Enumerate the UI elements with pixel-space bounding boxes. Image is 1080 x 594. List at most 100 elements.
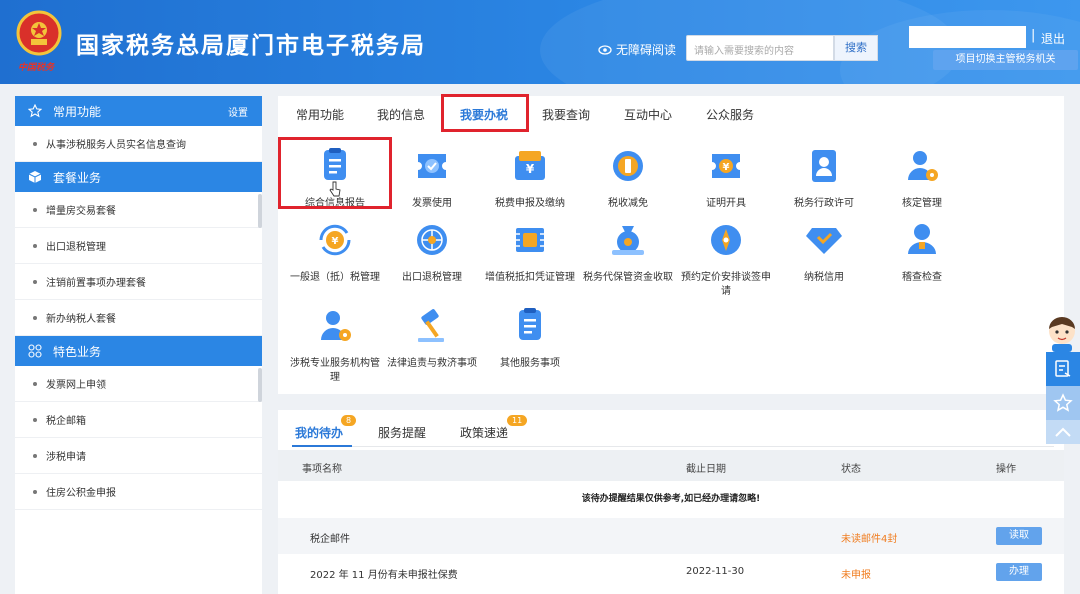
- sidebar-item[interactable]: 税企邮箱: [15, 402, 262, 438]
- sidebar-item[interactable]: 从事涉税服务人员实名信息查询: [15, 126, 262, 162]
- sidebar-item[interactable]: 涉税申请: [15, 438, 262, 474]
- service-label: 预约定价安排谈签申请: [681, 272, 771, 297]
- service-declaration-payment[interactable]: ¥ 税费申报及缴纳: [484, 146, 576, 211]
- service-inspection[interactable]: 稽查检查: [876, 220, 968, 285]
- service-pricing-arrangement[interactable]: 预约定价安排谈签申请: [680, 220, 772, 299]
- site-header: 中国税务 国家税务总局厦门市电子税务局 无障碍阅读 请输入需要搜索的内容 搜索 …: [0, 0, 1080, 84]
- column-header: 事项名称: [302, 464, 342, 475]
- hand-cursor-icon: [329, 181, 341, 197]
- row-name: 2022 年 11 月份有未申报社保费: [310, 570, 458, 581]
- tab-divider: [292, 446, 1054, 447]
- sidebar-item[interactable]: 注销前置事项办理套餐: [15, 264, 262, 300]
- service-admin-license[interactable]: 税务行政许可: [778, 146, 870, 211]
- coin-icon: [613, 151, 643, 181]
- service-label: 证明开具: [706, 198, 746, 209]
- service-label: 增值税抵扣凭证管理: [485, 272, 575, 283]
- logout-link[interactable]: 退出: [1041, 30, 1065, 47]
- tab-highlight-box: [441, 94, 529, 132]
- service-label: 稽查检查: [902, 272, 942, 283]
- tab-common[interactable]: 常用功能: [296, 106, 344, 123]
- id-badge-icon: [812, 150, 836, 182]
- svg-text:¥: ¥: [332, 236, 339, 247]
- service-other[interactable]: 其他服务事项: [484, 306, 576, 371]
- column-header: 操作: [996, 464, 1016, 475]
- read-button[interactable]: 读取: [996, 527, 1042, 545]
- assistant-avatar-icon[interactable]: [1044, 314, 1080, 352]
- service-label: 税务行政许可: [794, 198, 854, 209]
- service-label: 出口退税管理: [402, 272, 462, 283]
- username-field: [909, 26, 1026, 48]
- sidebar-item[interactable]: 出口退税管理: [15, 228, 262, 264]
- sidebar-item[interactable]: 新办纳税人套餐: [15, 300, 262, 336]
- grid-icon: [27, 343, 43, 359]
- service-label: 其他服务事项: [500, 358, 560, 369]
- sidebar-item[interactable]: 住房公积金申报: [15, 474, 262, 510]
- national-emblem-icon: [16, 10, 62, 56]
- sidebar-scrollbar[interactable]: [258, 368, 262, 402]
- row-date: 2022-11-30: [686, 566, 745, 577]
- row-name: 税企邮件: [310, 534, 350, 545]
- switch-tax-authority-button[interactable]: 项目切换主管税务机关: [933, 50, 1078, 70]
- sidebar-item[interactable]: 发票网上申领: [15, 366, 262, 402]
- favorite-button[interactable]: [1046, 386, 1080, 420]
- service-invoice[interactable]: 发票使用: [386, 146, 478, 211]
- user-gear-icon: [908, 151, 938, 181]
- service-custody-funds[interactable]: 税务代保管资金收取: [582, 220, 674, 285]
- sidebar-section-title: 特色业务: [53, 344, 102, 359]
- gavel-icon: [418, 309, 444, 342]
- tab-policy-news[interactable]: 政策速递: [460, 424, 508, 441]
- sidebar-section-title: 常用功能: [53, 104, 102, 119]
- star-icon: [27, 103, 43, 119]
- service-label: 涉税专业服务机构管理: [290, 358, 380, 383]
- column-header: 截止日期: [686, 464, 726, 475]
- back-to-top-button[interactable]: [1046, 420, 1080, 444]
- service-tax-reduction[interactable]: 税收减免: [582, 146, 674, 211]
- service-legal-remedy[interactable]: 法律追责与救济事项: [386, 306, 478, 371]
- sidebar-list-packages: 增量房交易套餐 出口退税管理 注销前置事项办理套餐 新办纳税人套餐: [15, 192, 262, 336]
- accessibility-link[interactable]: 无障碍阅读: [598, 41, 676, 58]
- handle-button[interactable]: 办理: [996, 563, 1042, 581]
- accessibility-label: 无障碍阅读: [616, 43, 677, 57]
- table-row: 税企邮件 未读邮件4封 读取: [278, 518, 1064, 554]
- service-label: 税收减免: [608, 198, 648, 209]
- tab-service-reminder[interactable]: 服务提醒: [378, 424, 426, 441]
- money-bag-icon: [612, 226, 644, 255]
- service-label: 核定管理: [902, 198, 942, 209]
- tab-my-todo[interactable]: 我的待办: [295, 424, 343, 441]
- sidebar-item[interactable]: 增量房交易套餐: [15, 192, 262, 228]
- service-certificate[interactable]: ¥ 证明开具: [680, 146, 772, 211]
- tab-public-service[interactable]: 公众服务: [706, 106, 754, 123]
- service-refund[interactable]: ¥ 一般退（抵）税管理: [289, 220, 381, 285]
- list-doc-icon: [519, 308, 541, 340]
- policy-count-badge: 11: [507, 415, 528, 426]
- consult-button[interactable]: [1046, 352, 1080, 386]
- sidebar-settings-link[interactable]: 设置: [228, 104, 248, 119]
- service-professional-agency[interactable]: 涉税专业服务机构管理: [289, 306, 381, 385]
- service-verification[interactable]: 核定管理: [876, 146, 968, 211]
- refund-icon: ¥: [319, 224, 351, 256]
- wallet-icon: ¥: [515, 151, 545, 180]
- sidebar-list-featured: 发票网上申领 税企邮箱 涉税申请 住房公积金申报: [15, 366, 262, 510]
- tab-my-info[interactable]: 我的信息: [377, 106, 425, 123]
- certificate-icon: ¥: [712, 154, 740, 178]
- cube-icon: [27, 169, 43, 185]
- sidebar-section-common[interactable]: 常用功能 设置: [15, 96, 262, 126]
- table-header: 事项名称 截止日期 状态 操作: [278, 450, 1064, 481]
- service-export-refund[interactable]: 出口退税管理: [386, 220, 478, 285]
- search-input[interactable]: 请输入需要搜索的内容: [686, 35, 834, 61]
- sidebar-scrollbar[interactable]: [258, 194, 262, 228]
- emblem-caption: 中国税务: [18, 63, 55, 73]
- todo-count-badge: 8: [341, 415, 357, 426]
- service-tax-credit[interactable]: 纳税信用: [778, 220, 870, 285]
- service-vat-deduction[interactable]: 增值税抵扣凭证管理: [484, 220, 576, 285]
- sidebar-section-packages[interactable]: 套餐业务: [15, 162, 262, 192]
- search-button[interactable]: 搜索: [834, 35, 878, 61]
- sidebar-section-featured[interactable]: 特色业务: [15, 336, 262, 366]
- sidebar: 常用功能 设置 从事涉税服务人员实名信息查询 套餐业务 增量房交易套餐 出口退税…: [15, 96, 262, 594]
- chevron-up-icon: [1055, 427, 1071, 437]
- todo-panel: 我的待办 8 服务提醒 政策速递 11 事项名称 截止日期 状态 操作 该待办提…: [278, 410, 1064, 594]
- eye-icon: [598, 44, 612, 55]
- tab-interaction[interactable]: 互动中心: [624, 106, 672, 123]
- tab-query[interactable]: 我要查询: [542, 106, 590, 123]
- invoice-icon: [418, 154, 446, 178]
